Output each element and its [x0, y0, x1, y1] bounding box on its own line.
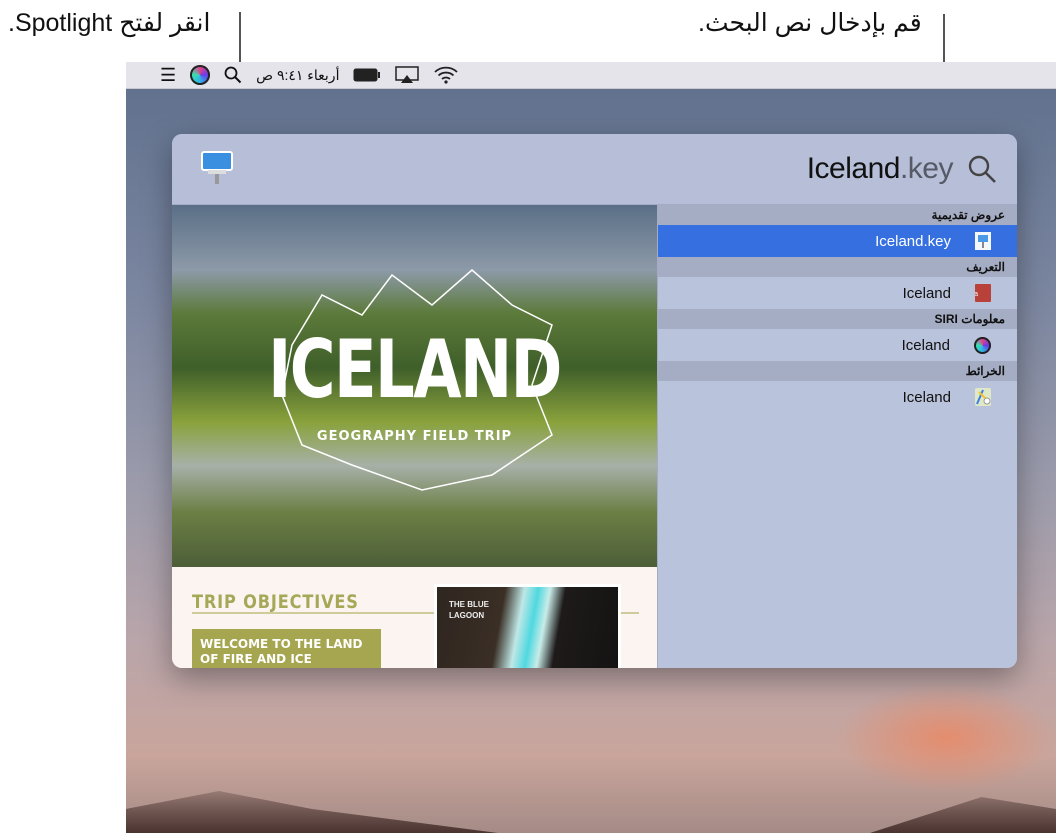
dictionary-icon: Aa [975, 284, 991, 302]
menu-clock[interactable]: أربعاء ٩:٤١ ص [256, 67, 339, 84]
siri-icon[interactable] [190, 65, 211, 85]
callout-open-spotlight: انقر لفتح Spotlight. [8, 9, 211, 37]
control-center-icon[interactable]: ☰ [160, 65, 176, 86]
section-header: التعريف [658, 257, 1017, 277]
search-input[interactable]: Iceland.key [807, 152, 954, 186]
preview-cover-image: ICELAND GEOGRAPHY FIELD TRIP [172, 205, 657, 567]
keynote-icon [975, 232, 991, 250]
siri-icon [974, 336, 991, 354]
callout-enter-search: قم بإدخال نص البحث. [698, 9, 922, 37]
document-preview: ICELAND GEOGRAPHY FIELD TRIP TRIP OBJECT… [172, 205, 657, 668]
spotlight-search-icon[interactable] [224, 66, 242, 84]
keynote-app-icon [201, 151, 233, 184]
result-item-siri[interactable]: Iceland [658, 329, 1017, 361]
spotlight-window: Iceland.key ICELAND GEOGRAPHY FIELD TRIP… [172, 134, 1017, 668]
preview-subtitle: GEOGRAPHY FIELD TRIP [316, 429, 513, 444]
section-header: معلومات SIRI [658, 309, 1017, 329]
preview-title: ICELAND [268, 323, 562, 416]
trip-objectives-heading: TRIP OBJECTIVES [192, 591, 359, 613]
wifi-icon[interactable] [433, 66, 459, 84]
blue-lagoon-image: THE BLUE LAGOON [434, 584, 621, 668]
callout-line-spotlight [239, 12, 241, 62]
result-item-dictionary[interactable]: Aa Iceland [658, 277, 1017, 309]
result-item-maps[interactable]: Iceland [658, 381, 1017, 413]
results-list: عروض تقديمية Iceland.key التعريف Aa Icel… [657, 205, 1017, 668]
result-item-iceland-key[interactable]: Iceland.key [658, 225, 1017, 257]
search-icon [968, 155, 996, 183]
menu-bar: ☰ أربعاء ٩:٤١ ص [126, 62, 1056, 89]
section-header: عروض تقديمية [658, 205, 1017, 225]
maps-icon [975, 388, 991, 406]
spotlight-search-bar[interactable]: Iceland.key [172, 134, 1017, 205]
svg-text:Aa: Aa [975, 291, 978, 298]
section-header: الخرائط [658, 361, 1017, 381]
welcome-box: WELCOME TO THE LAND OF FIRE AND ICE [192, 629, 381, 668]
airplay-icon[interactable] [395, 66, 420, 84]
battery-icon[interactable] [353, 68, 381, 82]
